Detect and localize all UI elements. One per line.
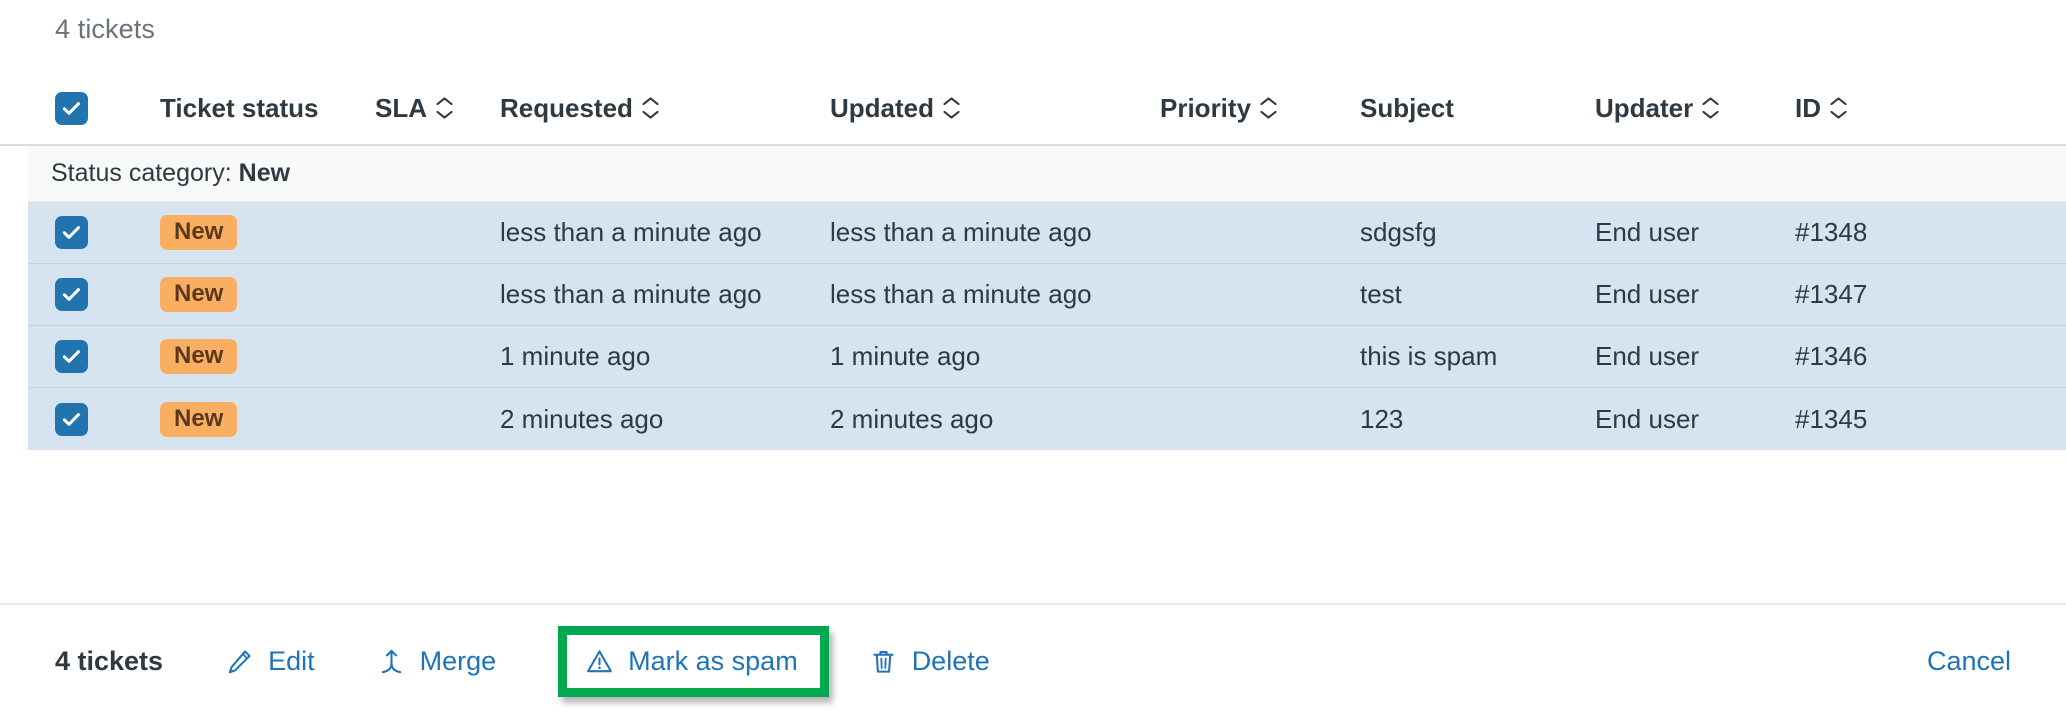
mark-as-spam-button-label: Mark as spam <box>628 646 798 676</box>
column-header-id[interactable]: ID <box>1795 93 1995 124</box>
table-row[interactable]: New 1 minute ago 1 minute ago this is sp… <box>28 326 2066 388</box>
cell-id: #1347 <box>1795 279 1868 309</box>
sort-chevrons-icon <box>1260 95 1277 121</box>
edit-button-label: Edit <box>268 646 315 676</box>
column-header-label: Ticket status <box>160 92 319 123</box>
group-prefix-label: Status category: <box>51 159 232 187</box>
cell-subject: sdgsfg <box>1360 217 1437 247</box>
cell-updater: End user <box>1595 217 1700 247</box>
sort-chevrons-icon <box>436 95 453 121</box>
tickets-table: Ticket status SLA Requested Updated Prio… <box>0 72 2066 450</box>
sort-chevrons-icon <box>642 95 659 121</box>
cell-subject: test <box>1360 279 1402 309</box>
cell-updated: 2 minutes ago <box>830 403 994 434</box>
cell-updater: End user <box>1595 279 1700 309</box>
bulk-actions-toolbar: 4 tickets Edit Merge Mark as spam Delete… <box>0 603 2066 718</box>
delete-button[interactable]: Delete <box>869 646 990 677</box>
column-header-requested[interactable]: Requested <box>500 93 830 124</box>
column-header-label: Priority <box>1160 92 1252 123</box>
row-checkbox[interactable] <box>55 278 88 311</box>
merge-button-label: Merge <box>419 646 497 676</box>
cell-updated: less than a minute ago <box>830 217 1092 247</box>
cell-subject: this is spam <box>1360 341 1498 371</box>
cell-updater: End user <box>1595 403 1700 434</box>
column-header-label: Subject <box>1360 92 1454 123</box>
cell-ticket-status: New <box>160 339 375 374</box>
edit-button[interactable]: Edit <box>225 646 315 677</box>
table-row[interactable]: New less than a minute ago less than a m… <box>28 202 2066 264</box>
status-badge: New <box>160 339 238 374</box>
pencil-icon <box>225 647 254 676</box>
column-header-label: SLA <box>375 92 427 123</box>
mark-as-spam-highlight: Mark as spam <box>558 626 829 697</box>
delete-button-label: Delete <box>911 646 990 676</box>
mark-as-spam-button[interactable]: Mark as spam <box>585 646 798 677</box>
cell-id: #1345 <box>1795 403 1868 434</box>
cell-ticket-status: New <box>160 215 375 250</box>
column-header-label: Requested <box>500 92 633 123</box>
cell-updater: End user <box>1595 341 1700 371</box>
column-header-updater[interactable]: Updater <box>1595 93 1795 124</box>
cell-subject: 123 <box>1360 403 1404 434</box>
cell-updated: less than a minute ago <box>830 279 1092 309</box>
group-value-label: New <box>238 159 291 187</box>
row-checkbox[interactable] <box>55 216 88 249</box>
select-all-checkbox[interactable] <box>55 91 88 125</box>
cell-requested: less than a minute ago <box>500 279 762 309</box>
merge-icon <box>377 647 406 676</box>
trash-icon <box>869 647 898 676</box>
table-row[interactable]: New 2 minutes ago 2 minutes ago 123 End … <box>28 388 2066 450</box>
status-category-group-header: Status category: New <box>28 146 2066 202</box>
column-header-label: Updated <box>830 92 934 123</box>
cell-ticket-status: New <box>160 277 375 312</box>
table-header-row: Ticket status SLA Requested Updated Prio… <box>0 72 2066 146</box>
sort-chevrons-icon <box>943 95 960 121</box>
sort-chevrons-icon <box>1830 95 1847 121</box>
row-select-cell <box>28 340 160 373</box>
ticket-count-label: 4 tickets <box>55 14 155 44</box>
row-checkbox[interactable] <box>55 340 88 373</box>
column-header-sla[interactable]: SLA <box>375 93 500 124</box>
column-header-updated[interactable]: Updated <box>830 93 1160 124</box>
status-badge: New <box>160 401 238 437</box>
column-header-priority[interactable]: Priority <box>1160 93 1360 124</box>
select-all-cell <box>0 91 160 125</box>
ticket-list-screen: 4 tickets Ticket status SLA Requested Up… <box>0 0 2066 718</box>
cell-requested: less than a minute ago <box>500 217 762 247</box>
cell-id: #1346 <box>1795 341 1868 371</box>
cancel-button[interactable]: Cancel <box>1927 646 2011 677</box>
column-header-label: ID <box>1795 92 1821 123</box>
selection-count-label: 4 tickets <box>55 646 164 676</box>
cell-requested: 1 minute ago <box>500 341 651 371</box>
cell-updated: 1 minute ago <box>830 341 981 371</box>
cell-requested: 2 minutes ago <box>500 403 664 434</box>
merge-button[interactable]: Merge <box>377 646 497 677</box>
column-header-ticket-status[interactable]: Ticket status <box>160 93 375 124</box>
status-badge: New <box>160 215 238 250</box>
sort-chevrons-icon <box>1702 95 1719 121</box>
cell-id: #1348 <box>1795 217 1868 247</box>
table-row[interactable]: New less than a minute ago less than a m… <box>28 264 2066 326</box>
column-header-subject[interactable]: Subject <box>1360 93 1595 124</box>
row-checkbox[interactable] <box>55 402 88 436</box>
row-select-cell <box>28 402 160 436</box>
row-select-cell <box>28 216 160 249</box>
cell-ticket-status: New <box>160 401 375 437</box>
table-body: New less than a minute ago less than a m… <box>28 202 2066 450</box>
row-select-cell <box>28 278 160 311</box>
warning-triangle-icon <box>585 647 614 676</box>
status-badge: New <box>160 277 238 312</box>
column-header-label: Updater <box>1595 92 1694 123</box>
